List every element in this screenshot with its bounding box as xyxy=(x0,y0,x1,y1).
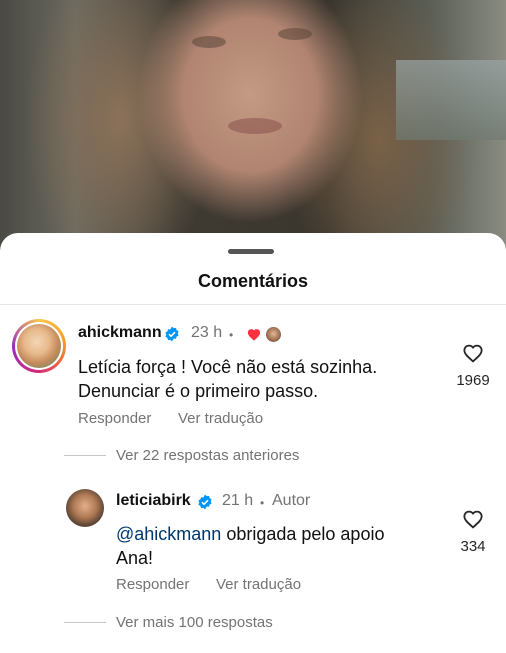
comment-text-line-2: Denunciar é o primeiro passo. xyxy=(78,381,319,401)
reply-username[interactable]: leticiabirk xyxy=(116,492,191,510)
separator: • xyxy=(260,496,265,510)
view-previous-replies-button[interactable]: Ver 22 respostas anteriores xyxy=(116,447,299,464)
like-count: 334 xyxy=(460,538,486,555)
author-liked-avatar xyxy=(265,326,282,343)
reply-button[interactable]: Responder xyxy=(78,410,151,427)
separator: • xyxy=(229,328,234,342)
comment-text-line-1: Letícia força ! Você não está sozinha. xyxy=(78,357,378,377)
verified-badge-icon xyxy=(198,494,212,510)
reply-button[interactable]: Responder xyxy=(116,576,189,593)
heart-outline-icon[interactable] xyxy=(462,343,484,363)
reply-text-line-2: Ana! xyxy=(116,548,154,568)
heart-outline-icon[interactable] xyxy=(462,509,484,529)
comments-sheet: Comentários ahickmann 23 h • Letícia for… xyxy=(0,233,506,653)
divider xyxy=(0,304,506,305)
author-badge: Autor xyxy=(272,492,311,509)
reply-text-line-1: @ahickmann obrigada pelo apoio xyxy=(116,523,384,546)
replies-divider xyxy=(64,622,106,623)
video-background xyxy=(0,0,506,250)
avatar[interactable] xyxy=(66,489,104,527)
comment-time: 23 h xyxy=(191,324,223,341)
sheet-title: Comentários xyxy=(197,271,309,291)
heart-filled-icon xyxy=(247,329,261,341)
reply-text: obrigada pelo apoio xyxy=(221,524,385,544)
view-more-replies-button[interactable]: Ver mais 100 respostas xyxy=(116,614,273,631)
replies-divider xyxy=(64,455,106,456)
avatar[interactable] xyxy=(12,319,66,373)
verified-badge-icon xyxy=(165,326,179,342)
sheet-drag-handle[interactable] xyxy=(228,249,274,254)
comment-username[interactable]: ahickmann xyxy=(78,324,162,342)
reply-time: 21 h xyxy=(222,492,254,509)
translate-button[interactable]: Ver tradução xyxy=(216,576,301,593)
mention-link[interactable]: @ahickmann xyxy=(116,524,221,544)
like-count: 1969 xyxy=(456,372,490,389)
translate-button[interactable]: Ver tradução xyxy=(178,410,263,427)
